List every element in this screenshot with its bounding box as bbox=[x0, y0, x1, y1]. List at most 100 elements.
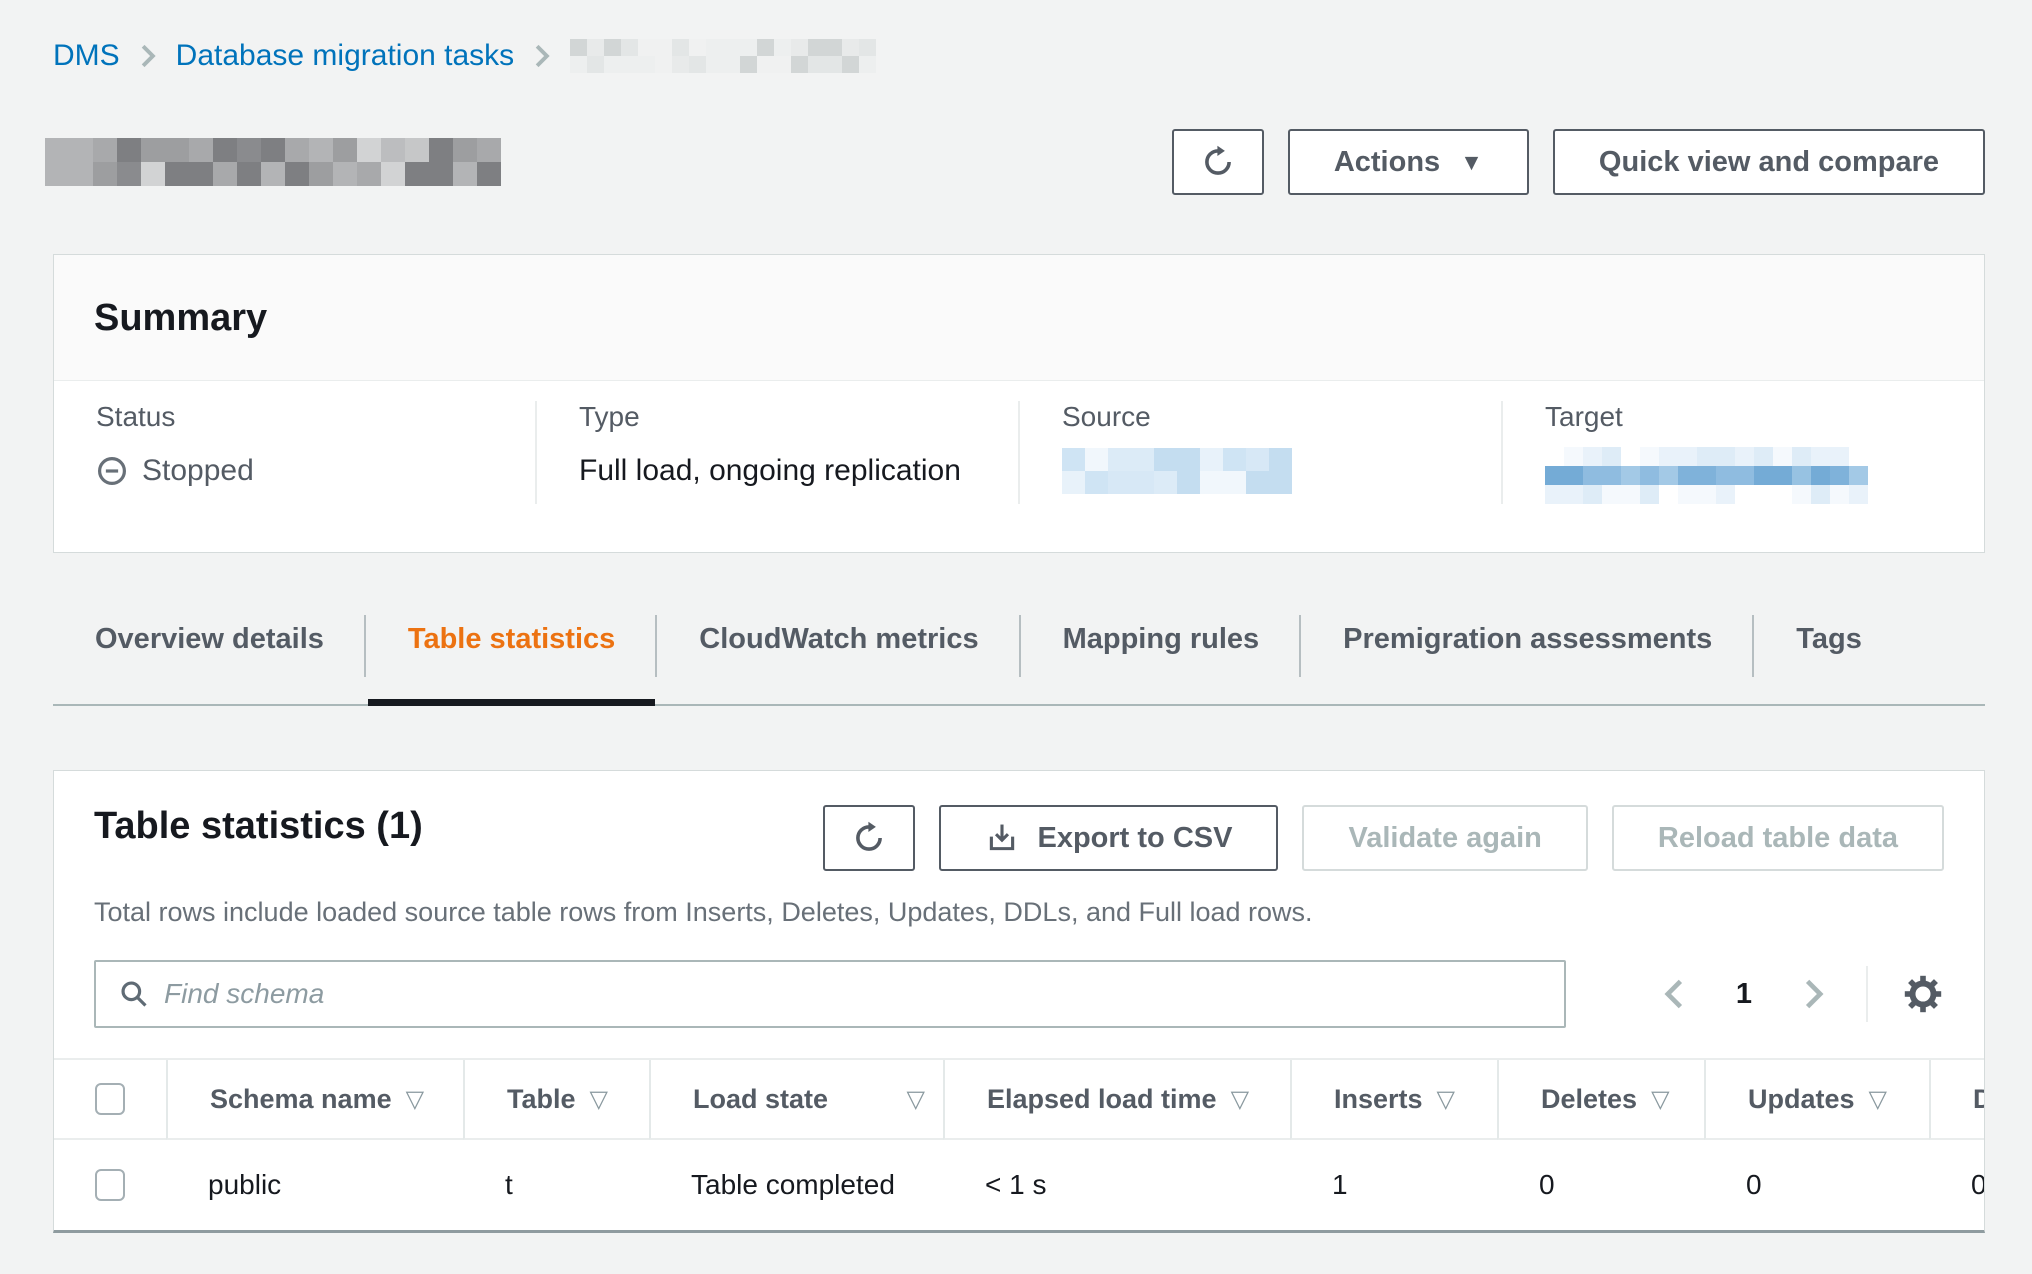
export-to-csv-button[interactable]: Export to CSV bbox=[939, 805, 1278, 871]
stopped-minus-circle-icon bbox=[96, 455, 128, 487]
sort-icon: ▽ bbox=[1869, 1085, 1887, 1114]
status-label: Status bbox=[96, 401, 493, 433]
column-label: Inserts bbox=[1334, 1084, 1423, 1115]
export-to-csv-label: Export to CSV bbox=[1037, 822, 1232, 855]
column-label: Schema name bbox=[210, 1084, 392, 1115]
summary-type-column: Type Full load, ongoing replication bbox=[535, 401, 1018, 504]
type-value: Full load, ongoing replication bbox=[579, 447, 976, 495]
cell-elapsed-load-time: < 1 s bbox=[943, 1140, 1290, 1230]
chevron-right-icon bbox=[1798, 976, 1828, 1012]
refresh-button[interactable] bbox=[1172, 129, 1264, 195]
cell-load-state: Table completed bbox=[649, 1140, 943, 1230]
cell-inserts: 1 bbox=[1290, 1140, 1497, 1230]
column-header-inserts[interactable]: Inserts ▽ bbox=[1290, 1060, 1497, 1140]
type-label: Type bbox=[579, 401, 976, 433]
reload-table-data-label: Reload table data bbox=[1658, 822, 1898, 855]
summary-panel: Summary Status Stopped Type Full load, o… bbox=[53, 254, 1985, 553]
next-page-button[interactable] bbox=[1798, 976, 1828, 1012]
column-label: Elapsed load time bbox=[987, 1084, 1217, 1115]
tab-overview-details[interactable]: Overview details bbox=[53, 587, 366, 704]
tab-table-statistics[interactable]: Table statistics bbox=[366, 587, 657, 704]
reload-table-data-button[interactable]: Reload table data bbox=[1612, 805, 1944, 871]
refresh-icon bbox=[1200, 144, 1236, 180]
table-controls: 1 bbox=[54, 928, 1984, 1028]
redacted-page-title bbox=[45, 138, 501, 186]
row-checkbox-cell bbox=[54, 1140, 166, 1230]
validate-again-button[interactable]: Validate again bbox=[1302, 805, 1587, 871]
dms-task-detail-page: DMS Database migration tasks Actions ▼ Q… bbox=[0, 0, 2032, 1233]
sort-icon: ▽ bbox=[1231, 1085, 1249, 1114]
tab-cloudwatch-metrics[interactable]: CloudWatch metrics bbox=[657, 587, 1020, 704]
column-label: Deletes bbox=[1541, 1084, 1637, 1115]
tab-premigration-assessments[interactable]: Premigration assessments bbox=[1301, 587, 1754, 704]
column-header-load-state[interactable]: Load state ▽ bbox=[649, 1060, 943, 1140]
summary-title: Summary bbox=[94, 297, 1944, 340]
header-actions: Actions ▼ Quick view and compare bbox=[1172, 129, 1985, 195]
search-icon bbox=[118, 978, 150, 1010]
tab-mapping-rules[interactable]: Mapping rules bbox=[1021, 587, 1302, 704]
column-header-table[interactable]: Table ▽ bbox=[463, 1060, 649, 1140]
summary-panel-header: Summary bbox=[54, 255, 1984, 381]
sort-icon: ▽ bbox=[406, 1085, 424, 1114]
download-icon bbox=[985, 821, 1019, 855]
redacted-source-endpoint-link[interactable] bbox=[1062, 448, 1292, 494]
select-all-checkbox-cell bbox=[54, 1060, 166, 1140]
summary-status-column: Status Stopped bbox=[54, 401, 535, 504]
column-header-schema-name[interactable]: Schema name ▽ bbox=[166, 1060, 463, 1140]
pagination: 1 bbox=[1660, 966, 1944, 1022]
chevron-right-icon bbox=[532, 43, 552, 69]
pagination-divider bbox=[1866, 966, 1868, 1022]
source-label: Source bbox=[1062, 401, 1459, 433]
task-detail-tabs: Overview details Table statistics CloudW… bbox=[53, 587, 1985, 706]
cell-deletes: 0 bbox=[1497, 1140, 1704, 1230]
select-all-checkbox[interactable] bbox=[95, 1083, 125, 1115]
actions-button[interactable]: Actions ▼ bbox=[1288, 129, 1529, 195]
tab-tags[interactable]: Tags bbox=[1754, 587, 1904, 704]
previous-page-button[interactable] bbox=[1660, 976, 1690, 1012]
redacted-target-endpoint-link[interactable] bbox=[1545, 447, 1868, 504]
validate-again-label: Validate again bbox=[1348, 822, 1541, 855]
status-text: Stopped bbox=[142, 454, 254, 488]
breadcrumb-link-migration-tasks[interactable]: Database migration tasks bbox=[176, 39, 515, 73]
table-statistics-panel: Table statistics (1) Export to CSV Valid… bbox=[53, 770, 1985, 1233]
column-header-deletes[interactable]: Deletes ▽ bbox=[1497, 1060, 1704, 1140]
column-header-ddls-clipped[interactable]: D bbox=[1929, 1060, 1984, 1140]
cell-ddls-clipped: 0 bbox=[1929, 1140, 1984, 1230]
refresh-icon bbox=[851, 820, 887, 856]
table-statistics-header: Table statistics (1) Export to CSV Valid… bbox=[54, 771, 1984, 871]
table-statistics-title: Table statistics (1) bbox=[94, 805, 423, 848]
sort-icon: ▽ bbox=[1651, 1085, 1669, 1114]
column-header-updates[interactable]: Updates ▽ bbox=[1704, 1060, 1929, 1140]
summary-target-column: Target bbox=[1501, 401, 1984, 504]
gear-icon bbox=[1902, 973, 1944, 1015]
page-header: Actions ▼ Quick view and compare bbox=[53, 128, 1985, 196]
cell-table: t bbox=[463, 1140, 649, 1230]
column-label: Table bbox=[507, 1084, 576, 1115]
table-statistics-grid: Schema name ▽ Table ▽ Load state ▽ Elaps… bbox=[54, 1058, 1984, 1230]
column-header-elapsed-load-time[interactable]: Elapsed load time ▽ bbox=[943, 1060, 1290, 1140]
row-checkbox[interactable] bbox=[95, 1169, 125, 1201]
breadcrumb-link-dms[interactable]: DMS bbox=[53, 39, 120, 73]
quick-view-compare-label: Quick view and compare bbox=[1599, 146, 1939, 179]
cell-schema-name: public bbox=[166, 1140, 463, 1230]
sort-icon: ▽ bbox=[907, 1085, 925, 1114]
column-label: Load state bbox=[693, 1084, 828, 1115]
table-refresh-button[interactable] bbox=[823, 805, 915, 871]
current-page-number: 1 bbox=[1736, 978, 1752, 1011]
chevron-left-icon bbox=[1660, 976, 1690, 1012]
summary-source-column: Source bbox=[1018, 401, 1501, 504]
cell-updates: 0 bbox=[1704, 1140, 1929, 1230]
find-schema-input[interactable] bbox=[94, 960, 1566, 1028]
target-label: Target bbox=[1545, 401, 1942, 433]
summary-body: Status Stopped Type Full load, ongoing r… bbox=[54, 381, 1984, 552]
column-label: D bbox=[1973, 1084, 1984, 1115]
schema-search-box bbox=[94, 960, 1566, 1028]
table-statistics-actions: Export to CSV Validate again Reload tabl… bbox=[823, 805, 1944, 871]
chevron-right-icon bbox=[138, 43, 158, 69]
sort-icon: ▽ bbox=[590, 1085, 608, 1114]
quick-view-compare-button[interactable]: Quick view and compare bbox=[1553, 129, 1985, 195]
status-value: Stopped bbox=[96, 447, 493, 495]
preferences-button[interactable] bbox=[1902, 973, 1944, 1015]
actions-button-label: Actions bbox=[1334, 146, 1440, 179]
caret-down-icon: ▼ bbox=[1460, 151, 1483, 174]
